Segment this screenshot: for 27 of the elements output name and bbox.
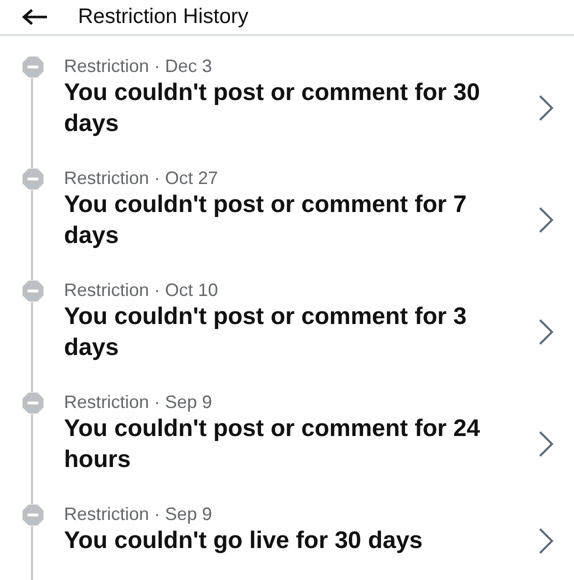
stop-icon [22, 168, 44, 190]
restriction-description: You couldn't post or comment for 30 days [64, 78, 481, 139]
chevron-right-icon [538, 318, 554, 346]
stop-icon [22, 56, 44, 78]
page-title: Restriction History [78, 5, 248, 29]
restriction-description: You couldn't go live for 30 days [64, 526, 424, 556]
chevron-right-icon [538, 206, 554, 234]
restriction-date: Restriction · Sep 9 [64, 391, 214, 413]
restriction-description: You couldn't post or comment for 24 hours [64, 414, 481, 475]
restriction-date: Restriction · Sep 9 [64, 503, 214, 525]
restriction-date: Restriction · Oct 10 [64, 279, 220, 301]
restriction-item[interactable]: Restriction · Oct 10 You couldn't post or comment for 3 days [0, 260, 574, 372]
back-arrow-icon[interactable] [22, 9, 48, 25]
restriction-item[interactable]: Restriction · Sep 9 You couldn't post or comment for 24 hours [0, 372, 574, 484]
stop-icon [22, 392, 44, 414]
restriction-item[interactable]: Restriction · Dec 3 You couldn't post or comment for 30 days [0, 36, 574, 148]
stop-icon [22, 504, 44, 526]
restriction-description: You couldn't post or comment for 3 days [64, 302, 468, 363]
restriction-date: Restriction · Oct 27 [64, 167, 220, 189]
chevron-right-icon [538, 94, 554, 122]
stop-icon [22, 280, 44, 302]
chevron-right-icon [538, 430, 554, 458]
restriction-date: Restriction · Dec 3 [64, 55, 214, 77]
restriction-item[interactable]: Restriction · Oct 27 You couldn't post or comment for 7 days [0, 148, 574, 260]
restriction-item[interactable]: Restriction · Sep 9 You couldn't go live for 30 days [0, 484, 574, 580]
restriction-description: You couldn't post or comment for 7 days [64, 190, 468, 251]
chevron-right-icon [538, 526, 554, 554]
